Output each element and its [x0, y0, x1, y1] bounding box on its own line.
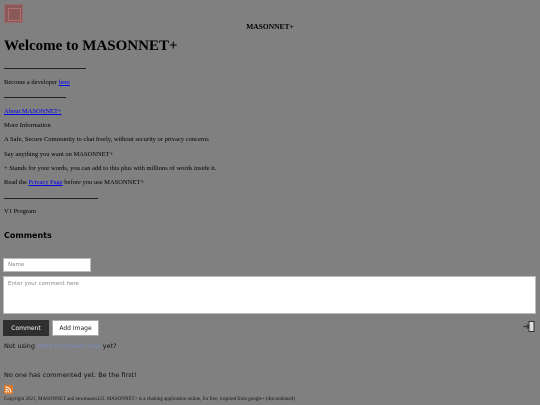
description-line-3: + Stands for your words, you can add to … [4, 165, 217, 172]
description-line-2: Say anything you want on MASONNET+ [4, 151, 114, 158]
site-title: MASONNET+ [246, 22, 294, 31]
comments-heading: Comments [4, 231, 52, 240]
login-icon[interactable] [523, 321, 535, 332]
not-using-suffix: yet? [100, 342, 117, 350]
comment-input[interactable] [3, 276, 536, 314]
not-using-prefix: Not using [4, 342, 38, 350]
description-line-1: A Safe, Secure Community to chat freely,… [4, 136, 209, 143]
developer-link[interactable]: here [59, 79, 70, 86]
more-information-text: More Information [4, 122, 51, 129]
privacy-suffix: before you use MASONNET+ [62, 179, 144, 186]
html-comment-box-link[interactable]: Html Comment Box [37, 342, 101, 350]
privacy-page-link[interactable]: Privacy Page [29, 179, 63, 186]
page-title: Welcome to MASONNET+ [4, 38, 178, 54]
about-link[interactable]: About MASONNET+ [4, 108, 62, 115]
empty-comments-message: No one has commented yet. Be the first! [4, 371, 137, 379]
name-input[interactable] [3, 258, 91, 272]
divider [4, 198, 98, 199]
footer-copyright: Copyright 2021, MASONNET and newmason123… [4, 397, 295, 402]
divider [4, 68, 86, 69]
become-developer-text: Become a developer [4, 79, 59, 86]
comment-button[interactable]: Comment [3, 320, 49, 336]
not-using-line: Not using Html Comment Box yet? [4, 342, 117, 350]
divider [4, 97, 66, 98]
logo-icon [4, 4, 23, 23]
privacy-line: Read the Privacy Page before you use MAS… [4, 179, 144, 186]
privacy-prefix: Read the [4, 179, 29, 186]
become-developer-line: Become a developer here [4, 79, 70, 86]
rss-icon[interactable] [4, 385, 13, 394]
add-image-button[interactable]: Add Image [52, 320, 99, 336]
program-label: V1 Program [4, 208, 36, 215]
